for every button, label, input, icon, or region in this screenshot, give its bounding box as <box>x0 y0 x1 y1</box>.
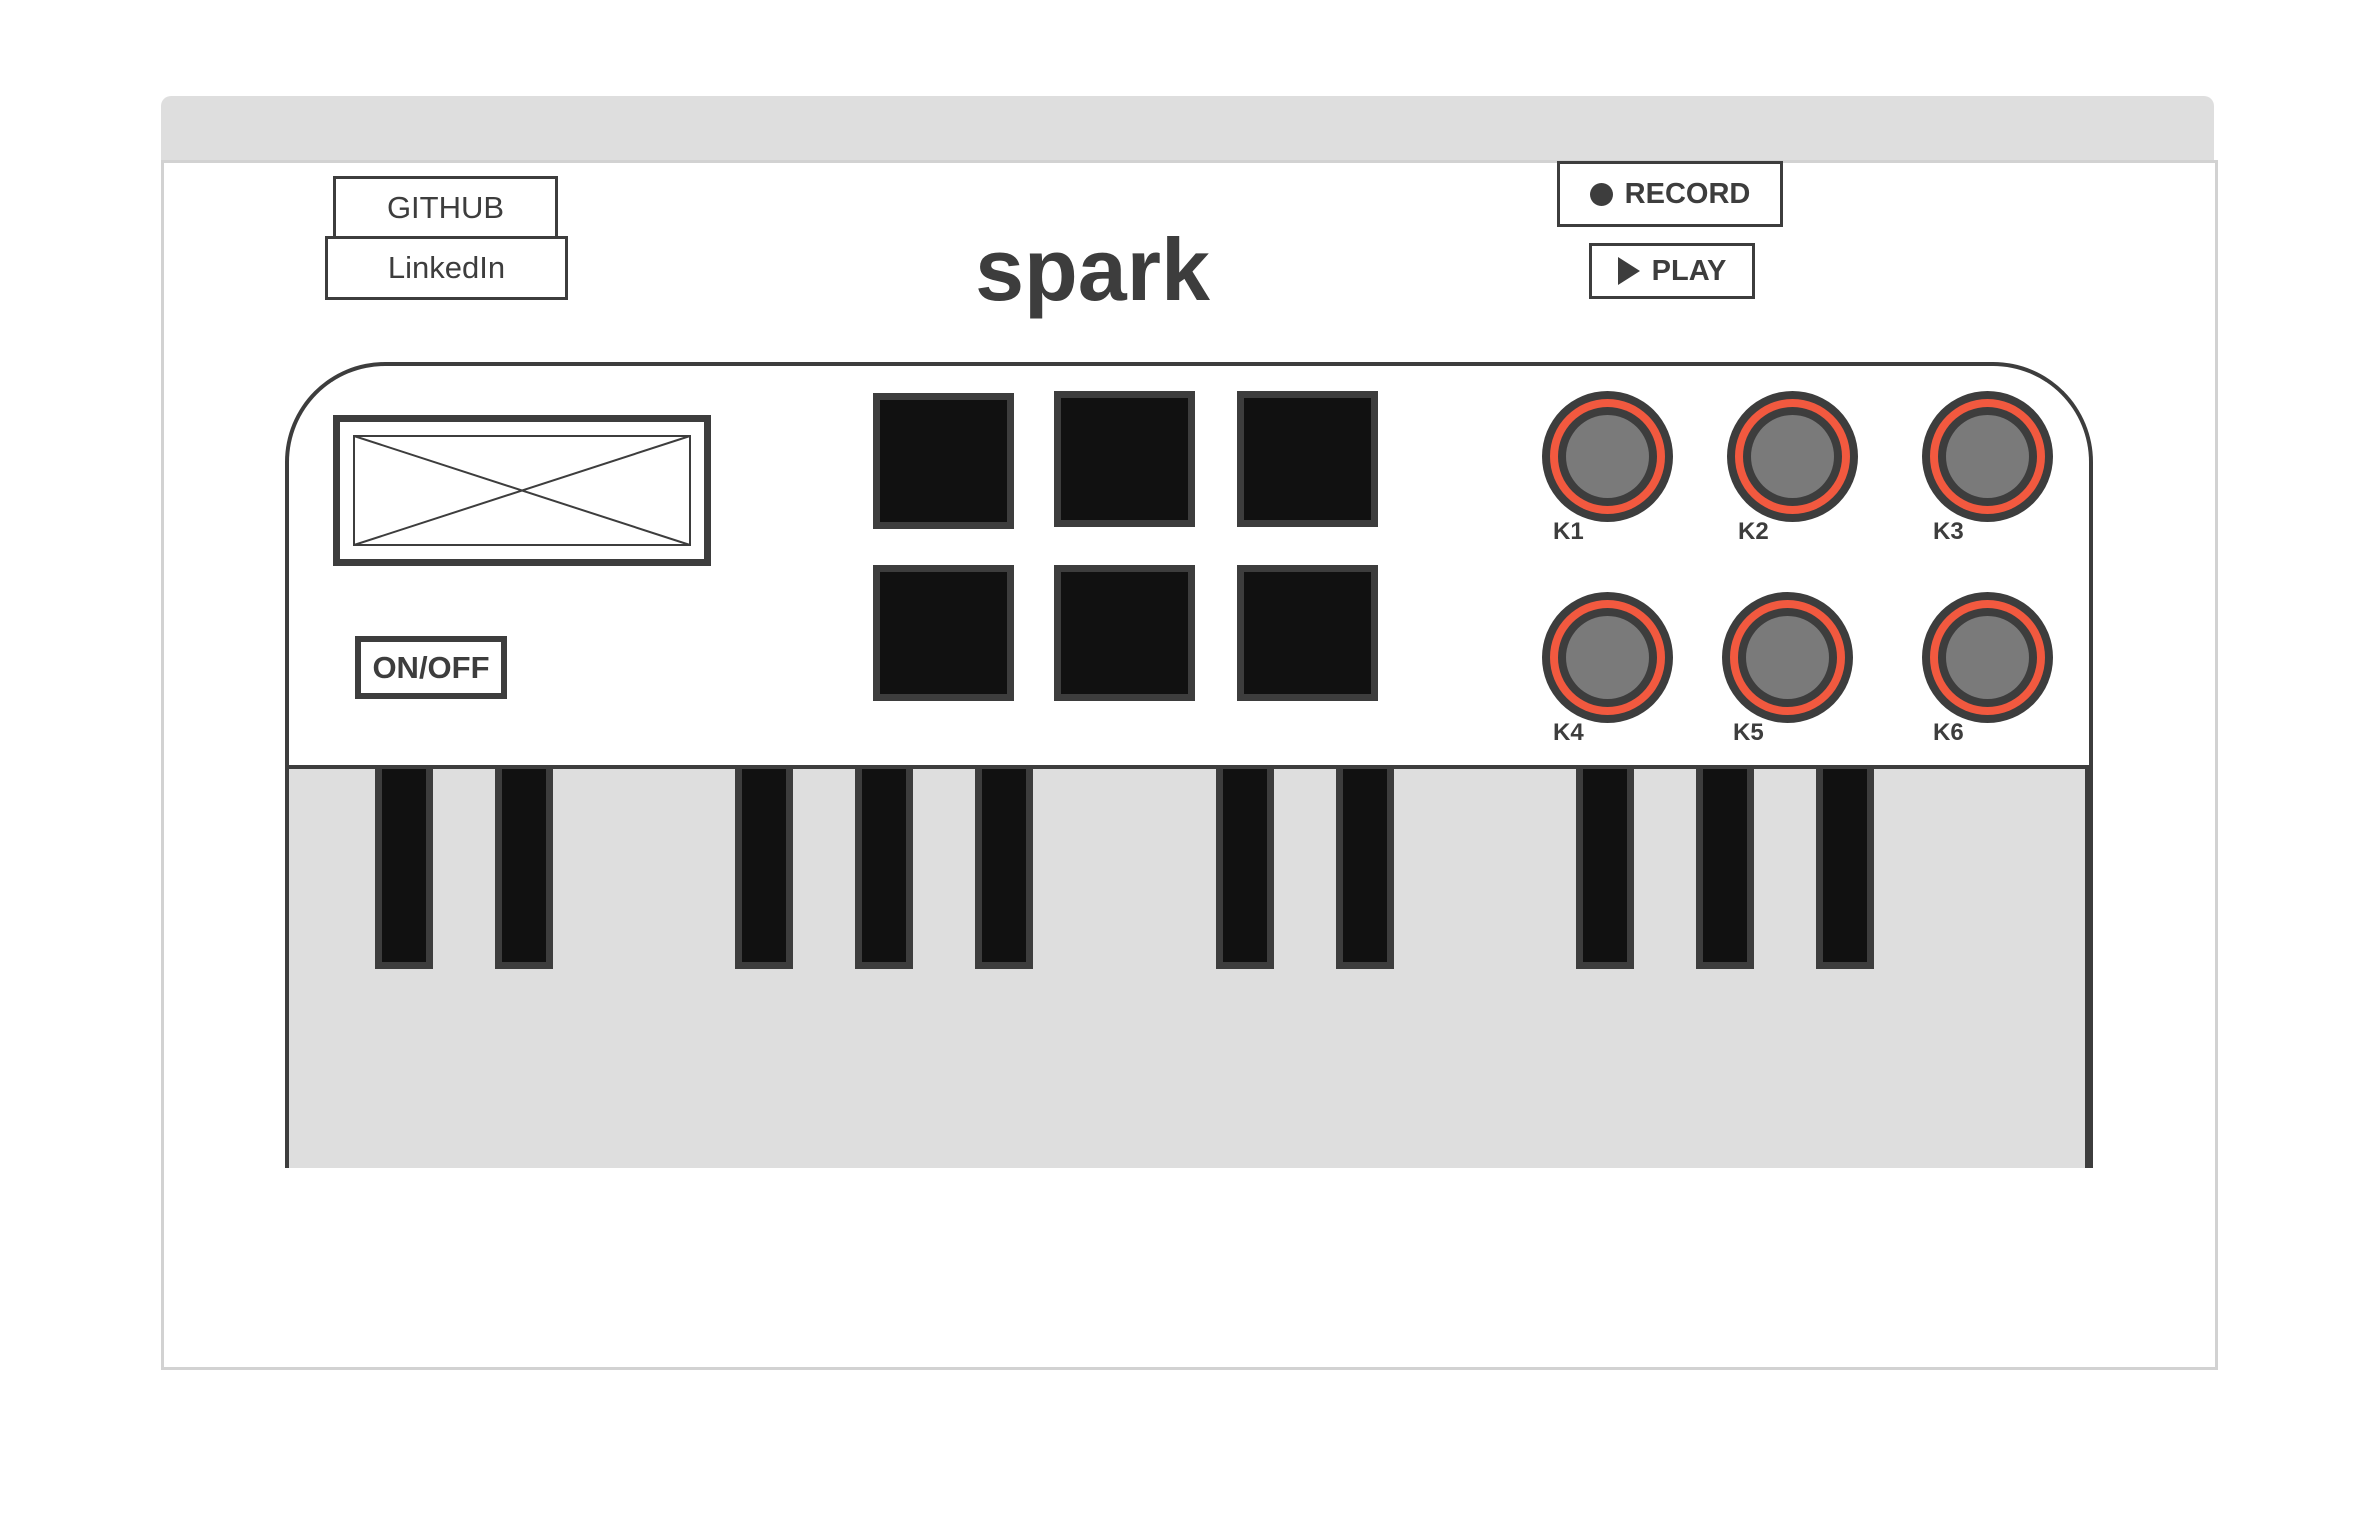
record-button[interactable]: RECORD <box>1557 161 1783 227</box>
record-label: RECORD <box>1624 177 1751 210</box>
knob-k3[interactable] <box>1922 391 2053 522</box>
black-key[interactable] <box>975 769 1033 969</box>
drum-pad[interactable] <box>873 565 1014 701</box>
white-key[interactable] <box>1966 769 2089 1168</box>
knob-k1[interactable] <box>1542 391 1673 522</box>
black-key[interactable] <box>1696 769 1754 969</box>
black-key[interactable] <box>855 769 913 969</box>
black-key[interactable] <box>1336 769 1394 969</box>
page-title: spark <box>975 220 1210 319</box>
knob-label-k1: K1 <box>1553 518 1584 545</box>
knob-label-k2: K2 <box>1738 518 1769 545</box>
black-key[interactable] <box>1576 769 1634 969</box>
piano-keyboard <box>285 765 2093 1168</box>
black-key[interactable] <box>1216 769 1274 969</box>
drum-pad[interactable] <box>1054 565 1195 701</box>
play-label: PLAY <box>1651 254 1727 287</box>
black-key[interactable] <box>495 769 553 969</box>
knob-label-k6: K6 <box>1933 719 1964 746</box>
power-button[interactable]: ON/OFF <box>355 636 507 699</box>
black-key[interactable] <box>1816 769 1874 969</box>
linkedin-link[interactable]: LinkedIn <box>325 236 568 300</box>
knob-label-k4: K4 <box>1553 719 1584 746</box>
knob-label-k3: K3 <box>1933 518 1964 545</box>
drum-pad[interactable] <box>1054 391 1195 527</box>
record-dot-icon <box>1589 182 1613 206</box>
browser-titlebar <box>161 96 2214 160</box>
knob-k2[interactable] <box>1727 391 1858 522</box>
drum-pad[interactable] <box>873 393 1014 529</box>
synth-display <box>333 415 711 566</box>
image-placeholder-icon <box>353 435 691 546</box>
play-triangle-icon <box>1617 257 1640 285</box>
play-button[interactable]: PLAY <box>1589 243 1755 299</box>
knob-label-k5: K5 <box>1733 719 1764 746</box>
knob-k5[interactable] <box>1722 592 1853 723</box>
knob-k4[interactable] <box>1542 592 1673 723</box>
github-link[interactable]: GITHUB <box>333 176 558 240</box>
drum-pad[interactable] <box>1237 391 1378 527</box>
black-key[interactable] <box>375 769 433 969</box>
drum-pad[interactable] <box>1237 565 1378 701</box>
knob-k6[interactable] <box>1922 592 2053 723</box>
black-key[interactable] <box>735 769 793 969</box>
